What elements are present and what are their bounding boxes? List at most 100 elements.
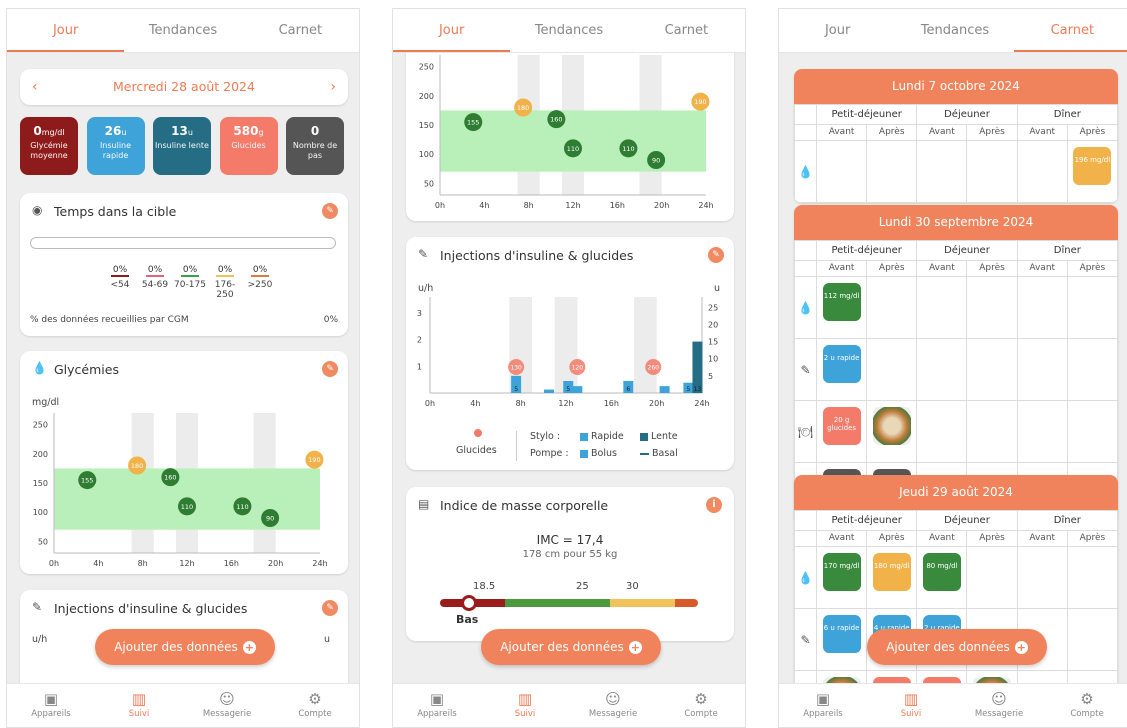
nav-appareils[interactable]: ▣ Appareils [7,684,95,727]
tab-tendances[interactable]: Tendances [124,9,241,52]
plus-icon: + [242,641,256,654]
log-entry[interactable]: 20 g glucides [822,407,861,445]
log-cell[interactable] [916,338,968,401]
log-cell[interactable]: 170 mg/dl [815,546,868,609]
log-entry[interactable]: 2 u rapide [822,345,861,383]
log-entry[interactable]: 112 mg/dl [822,283,861,321]
chevron-right-icon[interactable]: › [330,69,336,105]
summary-tile[interactable]: 0mg/dl Glycémie moyenne [20,117,78,175]
nav-label: Compte [1070,709,1104,719]
bmi-tick: 25 [576,581,589,592]
summary-tile[interactable]: 0 Nombre de pas [286,117,344,175]
log-entry[interactable]: 170 mg/dl [822,553,861,591]
log-cell[interactable]: 80 mg/dl [916,546,968,609]
log-cell[interactable] [1066,670,1118,683]
log-cell[interactable] [1016,400,1068,463]
log-cell[interactable] [1016,338,1068,401]
log-cell[interactable] [1016,140,1068,203]
log-cell[interactable] [1016,546,1068,609]
log-cell[interactable] [1066,546,1118,609]
log-cell[interactable] [1016,276,1068,339]
nav-appareils[interactable]: ▣ Appareils [779,684,867,727]
log-entry[interactable]: 6 u rapide [822,615,861,653]
log-cell[interactable] [1066,400,1118,463]
log-cell[interactable] [916,400,968,463]
nav-label: Messagerie [588,709,638,719]
edit-icon[interactable]: ✎ [322,203,338,219]
log-cell[interactable]: 112 mg/dl [815,276,868,339]
nav-appareils[interactable]: ▣ Appareils [393,684,481,727]
log-cell[interactable]: 180 mg/dl [866,546,918,609]
log-cell[interactable] [866,338,918,401]
add-data-button[interactable]: Ajouter des données + [481,629,661,665]
log-entry[interactable]: 180 mg/dl [872,553,911,591]
log-cell[interactable] [866,140,918,203]
tab-carnet[interactable]: Carnet [1013,9,1127,52]
nav-compte[interactable]: ⚙ Compte [657,684,745,727]
log-cell[interactable] [866,276,918,339]
log-cell[interactable]: glucides [916,670,968,683]
log-cell[interactable]: 2 u rapide [815,338,868,401]
insulin-bar[interactable] [572,386,583,393]
log-cell[interactable] [966,670,1018,683]
edit-icon[interactable]: ✎ [708,247,724,263]
log-cell[interactable] [866,400,918,463]
meal-photo[interactable] [872,407,911,445]
tab-tendances[interactable]: Tendances [896,9,1013,52]
tab-carnet[interactable]: Carnet [242,9,359,52]
log-cell[interactable] [1066,608,1118,671]
tile-label: Nombre de pas [292,141,338,160]
meal-icon: 🍽 [794,670,817,683]
log-cell[interactable] [966,276,1018,339]
log-cell[interactable] [916,276,968,339]
tab-carnet[interactable]: Carnet [628,9,745,52]
legend-bolus: Bolus [580,448,617,459]
meal-header: Dîner [1016,240,1118,261]
nav-messagerie[interactable]: ☺ Messagerie [955,684,1043,727]
log-cell[interactable] [966,400,1018,463]
tab-jour[interactable]: Jour [779,9,896,52]
log-cell[interactable]: glucides [866,670,918,683]
log-cell[interactable] [1066,276,1118,339]
insulin-bar[interactable] [544,389,554,393]
log-cell[interactable] [966,338,1018,401]
log-entry[interactable]: 80 mg/dl [922,553,961,591]
nav-suivi[interactable]: ▥ Suivi [481,684,569,727]
add-data-button[interactable]: Ajouter des données + [95,629,275,665]
tab-tendances[interactable]: Tendances [510,9,627,52]
edit-icon[interactable]: ✎ [322,361,338,377]
summary-tile[interactable]: 26u Insuline rapide [86,117,145,175]
chevron-left-icon[interactable]: ‹ [32,69,38,105]
summary-tile[interactable]: 580g Glucides [219,117,278,175]
nav-suivi[interactable]: ▥ Suivi [867,684,955,727]
nav-suivi[interactable]: ▥ Suivi [95,684,183,727]
log-cell[interactable] [815,670,868,683]
log-cell[interactable]: 196 mg/dl [1066,140,1118,203]
date-selector: ‹ Mercredi 28 août 2024 › [20,69,348,105]
log-cell[interactable] [966,140,1018,203]
glucose-point-label: 155 [467,119,479,127]
log-cell[interactable] [916,140,968,203]
edit-icon[interactable]: ✎ [322,600,338,616]
tab-jour[interactable]: Jour [7,9,125,52]
nav-compte[interactable]: ⚙ Compte [1043,684,1127,727]
nav-messagerie[interactable]: ☺ Messagerie [183,684,271,727]
log-cell[interactable] [815,140,868,203]
chat-icon: ☺ [605,690,621,708]
log-cell[interactable]: 6 u rapide [815,608,868,671]
add-data-button[interactable]: Ajouter des données + [867,629,1047,665]
screen-jour: Jour Tendances Carnet ‹ Mercredi 28 août… [6,8,360,728]
nav-label: Suivi [900,709,922,719]
log-cell[interactable]: 20 g glucides [815,400,868,463]
before-header: Avant [916,530,968,547]
log-cell[interactable] [966,546,1018,609]
nav-compte[interactable]: ⚙ Compte [271,684,359,727]
tab-jour[interactable]: Jour [393,9,511,52]
nav-messagerie[interactable]: ☺ Messagerie [569,684,657,727]
log-cell[interactable] [1016,670,1068,683]
info-icon[interactable]: i [706,497,722,513]
summary-tile[interactable]: 13u Insuline lente [153,117,211,175]
insulin-bar[interactable] [659,386,670,393]
log-cell[interactable] [1066,338,1118,401]
log-entry[interactable]: 196 mg/dl [1073,147,1112,185]
